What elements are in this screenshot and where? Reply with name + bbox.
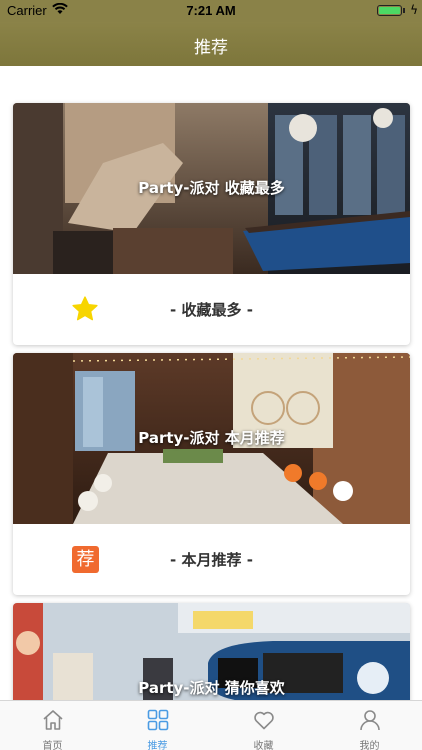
home-icon — [43, 710, 63, 730]
card-footer[interactable]: - 收藏最多 - — [13, 274, 410, 345]
card-caption: Party-派对 收藏最多 — [138, 179, 285, 197]
tab-home[interactable]: 首页 — [0, 701, 105, 750]
tab-recommend[interactable]: 推荐 — [105, 701, 210, 750]
heart-icon — [254, 711, 274, 730]
grid-icon — [147, 709, 169, 731]
tab-favorites[interactable]: 收藏 — [211, 701, 316, 750]
battery-tip — [403, 8, 405, 13]
tab-label: 推荐 — [147, 741, 168, 750]
card-footer[interactable]: 荐 - 本月推荐 - — [13, 524, 410, 595]
charging-icon: ϟ — [410, 3, 418, 17]
card-photo: Party-派对 猜你喜欢 — [13, 603, 410, 700]
person-icon — [360, 710, 380, 731]
card-label: - 本月推荐 - — [170, 551, 253, 569]
recommend-list[interactable]: Party-派对 收藏最多 - 收藏最多 - Party-派对 本月推荐 荐 -… — [0, 66, 422, 700]
tab-label: 首页 — [42, 741, 63, 750]
card-most-favorited[interactable]: Party-派对 收藏最多 - 收藏最多 - — [13, 103, 410, 345]
card-guess-you-like[interactable]: Party-派对 猜你喜欢 — [13, 603, 410, 700]
tab-label: 我的 — [359, 741, 380, 750]
card-monthly-recommend[interactable]: Party-派对 本月推荐 荐 - 本月推荐 - — [13, 353, 410, 595]
card-photo: Party-派对 收藏最多 — [13, 103, 410, 274]
tab-bar: 首页 推荐 收藏 我的 — [0, 700, 422, 750]
navigation-bar: 推荐 — [0, 22, 422, 66]
tab-profile[interactable]: 我的 — [317, 701, 422, 750]
clock: 7:21 AM — [186, 3, 236, 18]
card-photo: Party-派对 本月推荐 — [13, 353, 410, 524]
battery-icon — [377, 5, 402, 16]
card-caption: Party-派对 本月推荐 — [138, 429, 285, 447]
status-bar: Carrier 7:21 AM ϟ — [0, 0, 422, 22]
card-label: - 收藏最多 - — [170, 301, 253, 319]
page-title: 推荐 — [194, 38, 228, 58]
tab-label: 收藏 — [253, 741, 274, 750]
card-caption: Party-派对 猜你喜欢 — [138, 679, 285, 697]
